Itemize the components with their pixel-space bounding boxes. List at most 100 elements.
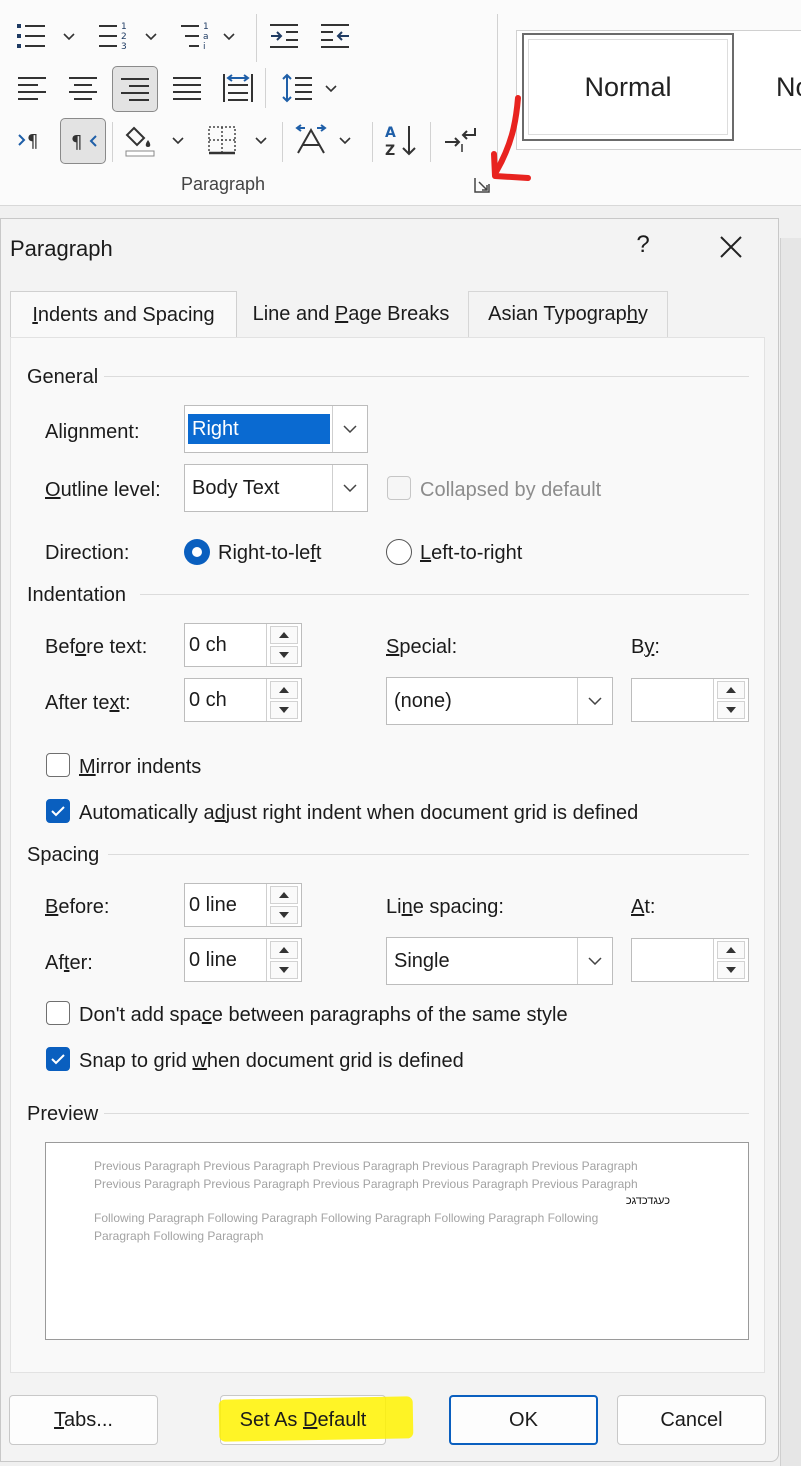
mirror-indents-checkbox[interactable]: [46, 753, 70, 777]
line-spacing-button[interactable]: [277, 68, 317, 108]
tab-label: Indents and Spacing: [32, 304, 215, 326]
help-button[interactable]: ?: [631, 231, 655, 259]
show-marks-button[interactable]: [440, 120, 480, 160]
direction-label: Direction:: [45, 542, 130, 564]
chevron-down-icon[interactable]: [332, 406, 367, 452]
rtl-radio[interactable]: [184, 539, 210, 565]
line-spacing-dropdown-icon[interactable]: [323, 81, 339, 97]
tab-indents-and-spacing[interactable]: Indents and Spacing: [10, 291, 237, 339]
spin-down-icon[interactable]: [717, 961, 745, 979]
align-right-button[interactable]: [112, 66, 158, 112]
chevron-down-icon[interactable]: [577, 938, 612, 984]
svg-text:i: i: [203, 42, 206, 52]
asian-layout-dropdown-icon[interactable]: [337, 133, 353, 149]
spin-down-icon[interactable]: [270, 906, 298, 924]
style-normal-tile[interactable]: Normal: [522, 33, 734, 141]
numbering-icon: 123: [99, 22, 127, 52]
spin-up-icon[interactable]: [717, 681, 745, 699]
special-select[interactable]: (none): [386, 677, 613, 725]
before-text-value: 0 ch: [189, 634, 227, 656]
cancel-button[interactable]: Cancel: [617, 1395, 766, 1445]
svg-text:3: 3: [121, 42, 127, 52]
asian-layout-button[interactable]: [291, 120, 331, 160]
spin-up-icon[interactable]: [270, 626, 298, 644]
tab-line-and-page-breaks[interactable]: Line and Page Breaks: [239, 291, 463, 337]
spinner-buttons: [713, 679, 748, 721]
before-text-spinner[interactable]: 0 ch: [184, 623, 302, 667]
ltr-button[interactable]: ¶: [12, 120, 52, 160]
spin-down-icon[interactable]: [270, 646, 298, 664]
close-button[interactable]: [717, 233, 745, 261]
preview-following-line: Following Paragraph Following Paragraph …: [94, 1211, 599, 1225]
line-spacing-value: Single: [394, 950, 450, 972]
borders-button[interactable]: [202, 120, 242, 160]
borders-dropdown-icon[interactable]: [253, 133, 269, 149]
set-as-default-label: Set As Default: [239, 1408, 367, 1431]
paragraph-dialog-launcher[interactable]: [472, 175, 492, 195]
shading-button[interactable]: [120, 120, 160, 160]
numbering-button[interactable]: 123: [94, 16, 134, 56]
ok-button[interactable]: OK: [449, 1395, 598, 1445]
increase-indent-button[interactable]: [316, 16, 356, 56]
ltr-radio-label: Left-to-right: [420, 542, 523, 564]
ribbon-separator: [265, 68, 266, 108]
sort-button[interactable]: AZ: [381, 120, 421, 160]
at-spinner[interactable]: [631, 938, 749, 982]
svg-text:A: A: [385, 125, 396, 141]
numbering-dropdown-icon[interactable]: [143, 29, 159, 45]
spin-down-icon[interactable]: [270, 701, 298, 719]
spin-up-icon[interactable]: [270, 886, 298, 904]
snap-to-grid-label: Snap to grid when document grid is defin…: [79, 1050, 464, 1072]
tab-label: Line and Page Breaks: [252, 302, 450, 325]
section-divider: [140, 594, 749, 595]
spacing-before-spinner[interactable]: 0 line: [184, 883, 302, 927]
collapsed-by-default-checkbox[interactable]: [387, 476, 411, 500]
chevron-down-icon[interactable]: [577, 678, 612, 724]
outline-level-select[interactable]: Body Text: [184, 464, 368, 512]
ribbon-separator: [372, 122, 373, 162]
set-as-default-label-layer: Set As Default: [220, 1395, 386, 1445]
ribbon-separator: [282, 122, 283, 162]
style-next-label[interactable]: No: [776, 72, 801, 103]
spinner-buttons: [266, 939, 301, 981]
bullets-dropdown-icon[interactable]: [61, 29, 77, 45]
rtl-button[interactable]: ¶: [60, 118, 106, 164]
chevron-down-icon[interactable]: [332, 465, 367, 511]
auto-adjust-indent-checkbox[interactable]: [46, 799, 70, 823]
ltr-radio[interactable]: [386, 539, 412, 565]
multilevel-list-button[interactable]: 1ai: [176, 16, 216, 56]
after-text-value: 0 ch: [189, 689, 227, 711]
by-spinner[interactable]: [631, 678, 749, 722]
spin-up-icon[interactable]: [270, 941, 298, 959]
asian-layout-icon: [295, 124, 327, 154]
line-spacing-select[interactable]: Single: [386, 937, 613, 985]
spin-down-icon[interactable]: [717, 701, 745, 719]
tabs-button[interactable]: Tabs...: [9, 1395, 158, 1445]
shading-dropdown-icon[interactable]: [170, 133, 186, 149]
spacing-after-spinner[interactable]: 0 line: [184, 938, 302, 982]
tab-asian-typography[interactable]: Asian Typography: [468, 291, 668, 337]
snap-to-grid-checkbox[interactable]: [46, 1047, 70, 1071]
spacing-after-value: 0 line: [189, 949, 237, 971]
spin-down-icon[interactable]: [270, 961, 298, 979]
align-left-button[interactable]: [12, 68, 52, 108]
section-divider: [108, 854, 749, 855]
distributed-button[interactable]: [218, 68, 258, 108]
preview-previous-line: Previous Paragraph Previous Paragraph Pr…: [94, 1177, 638, 1191]
bullets-button[interactable]: [12, 16, 52, 56]
dont-add-space-checkbox[interactable]: [46, 1001, 70, 1025]
multilevel-dropdown-icon[interactable]: [221, 29, 237, 45]
justify-button[interactable]: [167, 68, 207, 108]
decrease-indent-button[interactable]: [265, 16, 305, 56]
svg-text:a: a: [203, 32, 209, 42]
checkmark-icon: [51, 1054, 65, 1065]
spin-up-icon[interactable]: [270, 681, 298, 699]
align-center-button[interactable]: [63, 68, 103, 108]
mirror-indents-label: Mirror indents: [79, 756, 202, 778]
spacing-after-label: After:: [45, 952, 93, 974]
after-text-spinner[interactable]: 0 ch: [184, 678, 302, 722]
section-divider: [104, 376, 749, 377]
section-divider: [104, 1113, 749, 1114]
alignment-select[interactable]: Right: [184, 405, 368, 453]
spin-up-icon[interactable]: [717, 941, 745, 959]
